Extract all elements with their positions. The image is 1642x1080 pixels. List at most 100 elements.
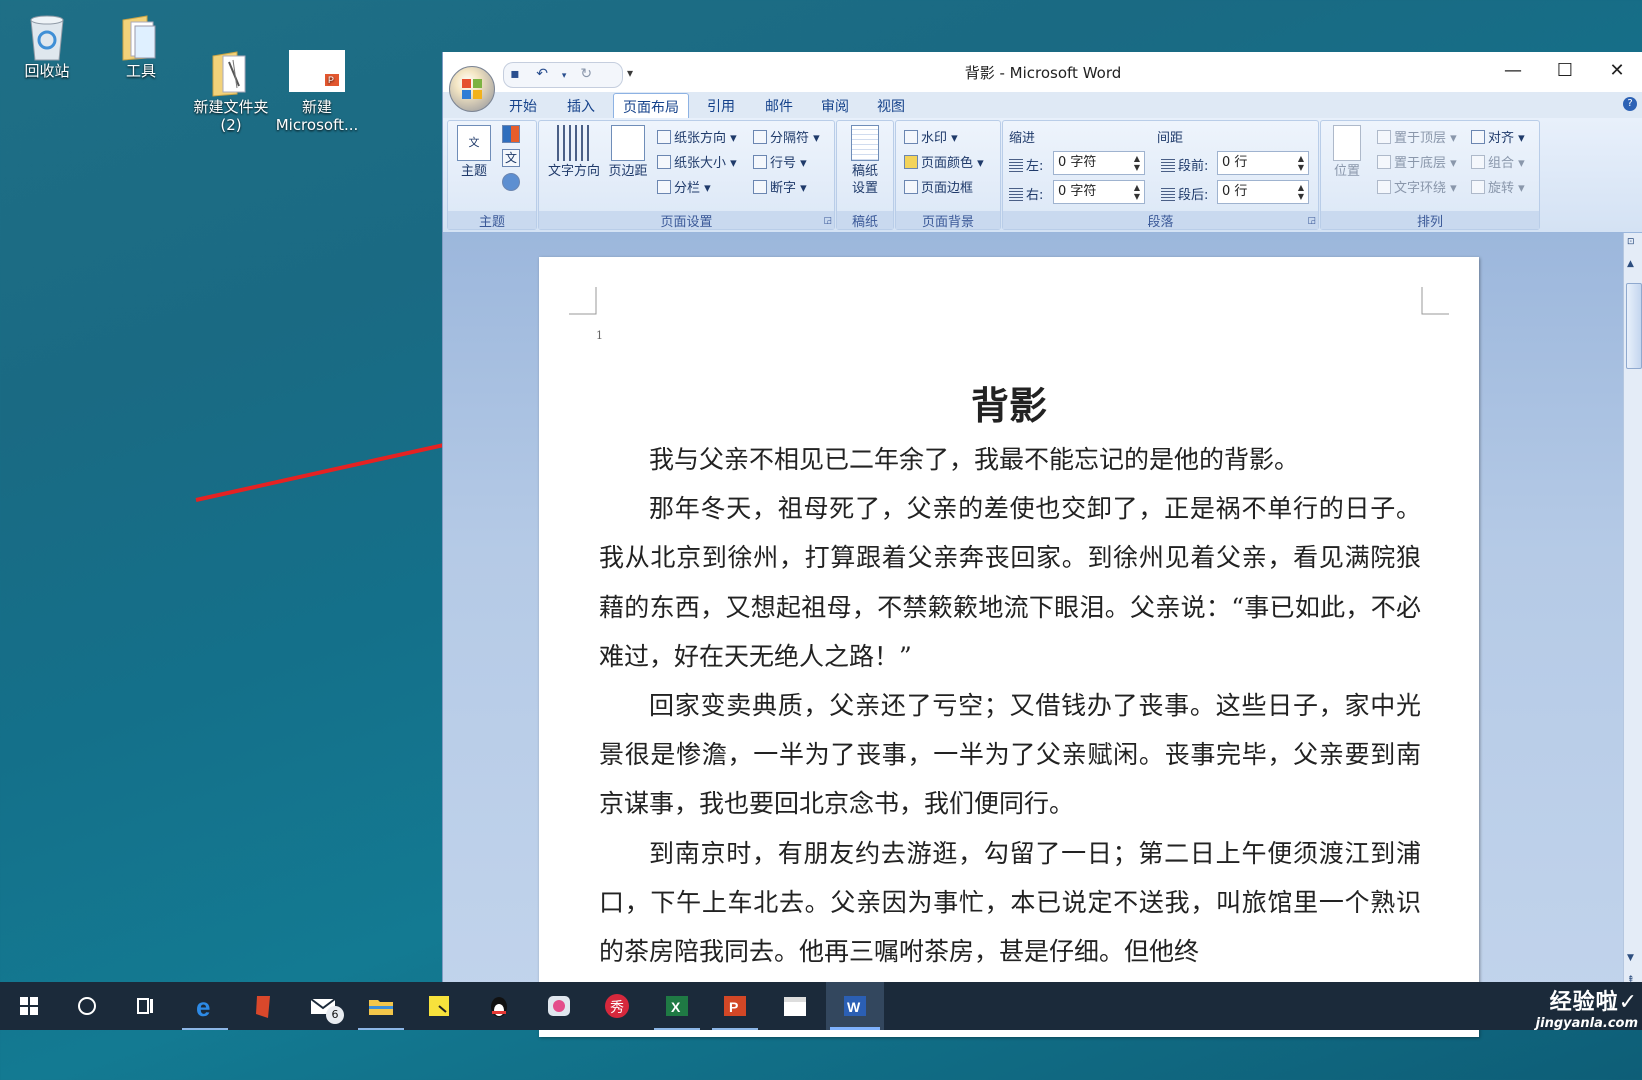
taskbar-file-explorer[interactable] [352,982,410,1030]
tab-page-layout[interactable]: 页面布局 [613,93,689,120]
ruler-toggle-icon[interactable]: ⊡ [1627,237,1635,247]
group-themes: 文 主题 文 主题 [447,120,537,230]
taskbar: e 6 秀 X P W [0,982,1642,1030]
scroll-down-icon[interactable]: ▼ [1627,953,1634,963]
taskbar-mail[interactable]: 6 [294,982,352,1030]
redo-icon[interactable]: ↻ [575,66,597,82]
taskbar-red-app[interactable] [234,982,292,1030]
start-button[interactable] [0,982,58,1030]
taskbar-pink-app[interactable] [530,982,588,1030]
spacing-after-spinner[interactable]: 0 行 ▲ ▼ [1217,180,1309,204]
paragraph: 回家变卖典质，父亲还了亏空；又借钱办了丧事。这些日子，家中光景很是惨澹，一半为了… [599,691,1421,819]
themes-button[interactable]: 文 主题 [452,125,496,180]
size-button[interactable]: 纸张大小 ▾ [657,152,737,171]
excel-icon: X [666,996,688,1016]
hyphenation-icon [753,180,767,194]
text-direction-button[interactable]: 文字方向 [543,125,605,180]
tab-mailings[interactable]: 邮件 [765,96,793,116]
taskbar-word[interactable]: W [826,982,884,1030]
save-icon[interactable]: ▪ [504,66,526,82]
indent-left-icon [1009,158,1023,172]
dialog-launcher-icon[interactable]: ◲ [823,216,832,226]
theme-effects-button[interactable] [502,173,523,193]
group-label: 段落 [1003,211,1318,230]
taskbar-video[interactable] [766,982,824,1030]
group-objects-button[interactable]: 组合 ▾ [1471,152,1525,171]
taskbar-xiu[interactable]: 秀 [588,982,646,1030]
watermark-button[interactable]: 水印 ▾ [904,127,958,146]
scrollbar-thumb[interactable] [1626,283,1642,369]
svg-text:P: P [729,999,738,1015]
clapperboard-icon [784,997,806,1016]
close-button[interactable]: ✕ [1591,56,1642,86]
dialog-launcher-icon[interactable]: ◲ [1307,216,1316,226]
taskbar-edge[interactable]: e [176,982,234,1030]
themes-icon: 文 [457,125,491,161]
tab-home[interactable]: 开始 [509,96,537,116]
tab-insert[interactable]: 插入 [567,96,595,116]
spacing-after-label: 段后: [1161,184,1208,203]
undo-dropdown-icon[interactable]: ▾ [558,71,570,81]
scroll-up-icon[interactable]: ▲ [1627,259,1634,269]
customize-qat-button[interactable]: ▾ [627,66,633,80]
task-view-button[interactable] [116,982,174,1030]
paragraph: 到南京时，有朋友约去游逛，勾留了一日；第二日上午便须渡江到浦口，下午上车北去。父… [599,838,1421,967]
line-numbers-button[interactable]: 行号 ▾ [753,152,807,171]
send-to-back-button[interactable]: 置于底层 ▾ [1377,152,1457,171]
page-borders-icon [904,180,918,194]
indent-right-spinner[interactable]: 0 字符 ▲ ▼ [1053,180,1145,204]
margins-button[interactable]: 页边距 [605,125,651,180]
group-paragraph: 缩进 间距 左: 0 字符 ▲ ▼ 右: 0 字符 ▲ ▼ 段前: 0 行 ▲ ▼ 段后: … [1002,120,1319,230]
maximize-button[interactable]: ☐ [1539,56,1591,86]
spinner-arrows-icon[interactable]: ▲ ▼ [1134,183,1140,201]
cortana-button[interactable] [58,982,116,1030]
columns-button[interactable]: 分栏 ▾ [657,177,711,196]
theme-colors-button[interactable] [502,125,523,145]
spinner-arrows-icon[interactable]: ▲ ▼ [1298,154,1304,172]
bring-to-front-button[interactable]: 置于顶层 ▾ [1377,127,1457,146]
orientation-button[interactable]: 纸张方向 ▾ [657,127,737,146]
document-title: 背影 [970,383,1047,428]
align-button[interactable]: 对齐 ▾ [1471,127,1525,146]
document-page[interactable]: 1 背影 我与父亲不相见已二年余了，我最不能忘记的是他的背影。 那年冬天，祖母死… [539,257,1479,1037]
taskbar-excel[interactable]: X [648,982,706,1030]
draft-paper-icon [851,125,879,161]
ribbon: 文 主题 文 主题 文字方向 页边距 纸张方向 ▾ 纸张大小 ▾ 分栏 ▾ 分隔… [443,118,1642,233]
position-button[interactable]: 位置 [1327,125,1367,180]
tab-references[interactable]: 引用 [707,96,735,116]
tab-view[interactable]: 视图 [877,96,905,116]
undo-icon[interactable]: ↶ [531,66,553,82]
group-label: 稿纸 [837,211,893,230]
spinner-arrows-icon[interactable]: ▲ ▼ [1134,154,1140,172]
indent-left-spinner[interactable]: 0 字符 ▲ ▼ [1053,151,1145,175]
office-button[interactable] [449,66,495,112]
tab-review[interactable]: 审阅 [821,96,849,116]
indent-heading: 缩进 [1009,131,1036,146]
theme-fonts-button[interactable]: 文 [502,149,523,167]
position-icon [1333,125,1361,161]
spacing-before-spinner[interactable]: 0 行 ▲ ▼ [1217,151,1309,175]
cortana-icon [78,997,96,1015]
breaks-icon [753,130,767,144]
rotate-icon [1471,180,1485,194]
rotate-button[interactable]: 旋转 ▾ [1471,177,1525,196]
taskbar-sticky-notes[interactable] [410,982,468,1030]
paragraph: 那年冬天，祖母死了，父亲的差使也交卸了，正是祸不单行的日子。我从北京到徐州，打算… [599,494,1421,671]
taskbar-powerpoint[interactable]: P [706,982,764,1030]
margins-icon [611,125,645,161]
hyphenation-button[interactable]: 断字 ▾ [753,177,807,196]
page-color-button[interactable]: 页面颜色 ▾ [904,152,984,171]
indent-left-label: 左: [1009,155,1043,174]
paragraph: 我与父亲不相见已二年余了，我最不能忘记的是他的背影。 [649,445,1300,474]
taskbar-qq[interactable] [470,982,528,1030]
page-borders-button[interactable]: 页面边框 [904,177,973,196]
draft-paper-settings-button[interactable]: 稿纸 设置 [845,125,885,197]
vertical-scrollbar[interactable]: ⊡ ▲ ▼ ⇞ ○ ⇟ [1623,233,1642,1030]
minimize-button[interactable]: — [1487,56,1539,86]
text-direction-icon [557,125,591,161]
text-wrapping-button[interactable]: 文字环绕 ▾ [1377,177,1457,196]
help-icon[interactable]: ? [1623,97,1637,111]
spinner-arrows-icon[interactable]: ▲ ▼ [1298,183,1304,201]
folder-icon [369,1000,393,1015]
breaks-button[interactable]: 分隔符 ▾ [753,127,820,146]
